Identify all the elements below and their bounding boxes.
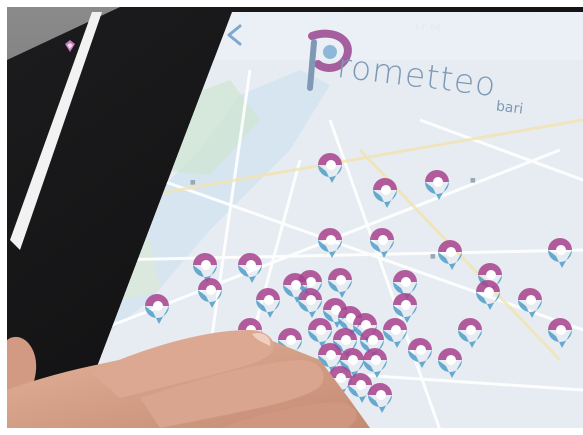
app-screen: ■ ■ ■ 17:06 rometteo bari [0,0,583,435]
svg-text:■: ■ [470,177,476,184]
app-subtitle: bari [495,98,524,118]
svg-text:■: ■ [430,253,436,260]
status-time: 17:06 [413,22,443,33]
svg-text:■: ■ [190,179,196,186]
chevron-left-icon[interactable] [222,22,248,48]
photo-scene: ■ ■ ■ 17:06 rometteo bari [0,0,583,435]
app-badge-icon [65,40,75,52]
